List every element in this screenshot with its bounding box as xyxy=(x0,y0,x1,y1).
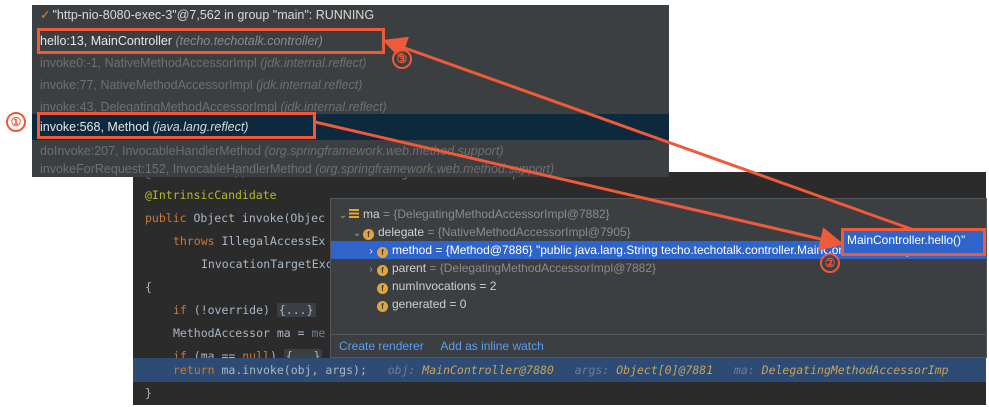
var-value: = 2 xyxy=(479,279,497,293)
field-icon: f xyxy=(377,265,388,276)
inline-obj-value: MainController@7880 xyxy=(422,363,554,377)
highlight-box-invoke-frame xyxy=(37,112,316,139)
inline-ma: ma: DelegatingMethodAccessorImp xyxy=(734,363,949,377)
var-name: numInvocations xyxy=(392,279,477,293)
inline-obj: obj: MainController@7880 xyxy=(388,363,554,377)
var-row-ma[interactable]: ⌄ ma = {DelegatingMethodAccessorImpl@7882… xyxy=(331,205,986,223)
add-inline-watch-link[interactable]: Add as inline watch xyxy=(440,339,543,353)
list-icon xyxy=(349,209,359,218)
code-line-close-brace: } xyxy=(145,386,152,400)
frame-row[interactable]: invokeForRequest:152, InvocableHandlerMe… xyxy=(32,158,669,177)
frame-package: (org.springframework.web.method.support) xyxy=(264,144,504,158)
var-name: ma xyxy=(363,207,380,221)
thread-status-icon: ✓ xyxy=(40,8,51,22)
inline-args: args: Object[0]@7881 xyxy=(575,363,714,377)
code-line-open-brace: { xyxy=(145,280,152,294)
var-name: method xyxy=(392,243,433,257)
thread-header-text: "http-nio-8080-exec-3"@7,562 in group "m… xyxy=(52,8,375,22)
code-line-exceptions: InvocationTargetExc xyxy=(201,257,333,271)
accessor-tail: me xyxy=(311,326,326,340)
field-icon: f xyxy=(363,229,374,240)
step-marker-three: ③ xyxy=(392,49,412,69)
var-row-parent[interactable]: › f parent = {DelegatingMethodAccessorImpl… xyxy=(331,259,986,277)
field-icon: f xyxy=(377,301,388,312)
field-icon: f xyxy=(377,247,388,258)
popup-footer: Create renderer Add as inline watch xyxy=(331,334,986,357)
code-line-override-check: if (!override) {...} xyxy=(173,299,316,321)
throws-keyword: throws xyxy=(173,234,215,248)
frame-package: (jdk.internal.reflect) xyxy=(260,56,367,70)
intrinsic-annotation: @IntrinsicCandidate xyxy=(145,188,277,202)
frame-row[interactable]: invoke:77, NativeMethodAccessorImpl (jdk… xyxy=(32,74,669,96)
field-icon: f xyxy=(377,283,388,294)
var-name: generated xyxy=(392,297,447,311)
highlight-method-text: MainController.hello()" xyxy=(847,233,966,247)
var-value: = {NativeMethodAccessorImpl@7905} xyxy=(427,225,631,239)
public-keyword: public xyxy=(145,211,187,225)
frame-row[interactable]: invoke0:-1, NativeMethodAccessorImpl (jd… xyxy=(32,52,669,74)
create-renderer-link[interactable]: Create renderer xyxy=(339,339,424,353)
frame-method: invoke0:-1, NativeMethodAccessorImpl xyxy=(40,56,257,70)
code-line-signature: public Object invoke(Objec xyxy=(145,207,325,229)
step-marker-one: ① xyxy=(6,112,26,132)
return-keyword: return xyxy=(173,363,215,377)
var-row-numinvocations[interactable]: f numInvocations = 2 xyxy=(331,277,986,295)
current-execution-line: return ma.invoke(obj, args); obj: MainCo… xyxy=(133,358,986,382)
var-row-generated[interactable]: f generated = 0 xyxy=(331,295,986,313)
code-line-throws: throws IllegalAccessEx xyxy=(173,230,325,252)
var-value: = {DelegatingMethodAccessorImpl@7882} xyxy=(383,207,610,221)
code-line-accessor: MethodAccessor ma = me xyxy=(173,322,325,344)
return-expr: ma.invoke(obj, args); xyxy=(214,363,367,377)
var-name: parent xyxy=(392,261,427,275)
var-value: = {DelegatingMethodAccessorImpl@7882} xyxy=(429,261,657,275)
inline-args-value: Object[0]@7881 xyxy=(616,363,714,377)
highlight-box-method-value: MainController.hello()" xyxy=(841,228,986,256)
code-line-annotation: @IntrinsicCandidate xyxy=(145,184,277,206)
override-condition: (!override) xyxy=(186,303,277,317)
frame-package: (jdk.internal.reflect) xyxy=(256,78,363,92)
inline-args-label: args: xyxy=(574,363,610,377)
frame-method: invokeForRequest:152, InvocableHandlerMe… xyxy=(40,162,312,176)
debug-variables-popup: ⌄ ma = {DelegatingMethodAccessorImpl@7882… xyxy=(330,198,987,358)
folded-block[interactable]: {...} xyxy=(276,303,316,317)
var-value: = 0 xyxy=(449,297,467,311)
frame-method: doInvoke:207, InvocableHandlerMethod xyxy=(40,144,261,158)
inline-obj-label: obj: xyxy=(387,363,416,377)
highlight-box-hello-frame xyxy=(37,28,385,54)
frame-method: invoke:77, NativeMethodAccessorImpl xyxy=(40,78,253,92)
inline-ma-value: DelegatingMethodAccessorImp xyxy=(761,363,949,377)
step-marker-two: ② xyxy=(820,253,840,273)
if-keyword: if xyxy=(173,303,187,317)
throws-text: IllegalAccessEx xyxy=(214,234,326,248)
thread-header[interactable]: ✓ "http-nio-8080-exec-3"@7,562 in group "… xyxy=(32,5,669,26)
inline-ma-label: ma: xyxy=(733,363,755,377)
signature-text: Object invoke(Objec xyxy=(186,211,326,225)
var-name: delegate xyxy=(378,225,425,239)
frame-package: (org.springframework.web.method.support) xyxy=(315,162,555,176)
accessor-decl: MethodAccessor ma = xyxy=(173,326,312,340)
